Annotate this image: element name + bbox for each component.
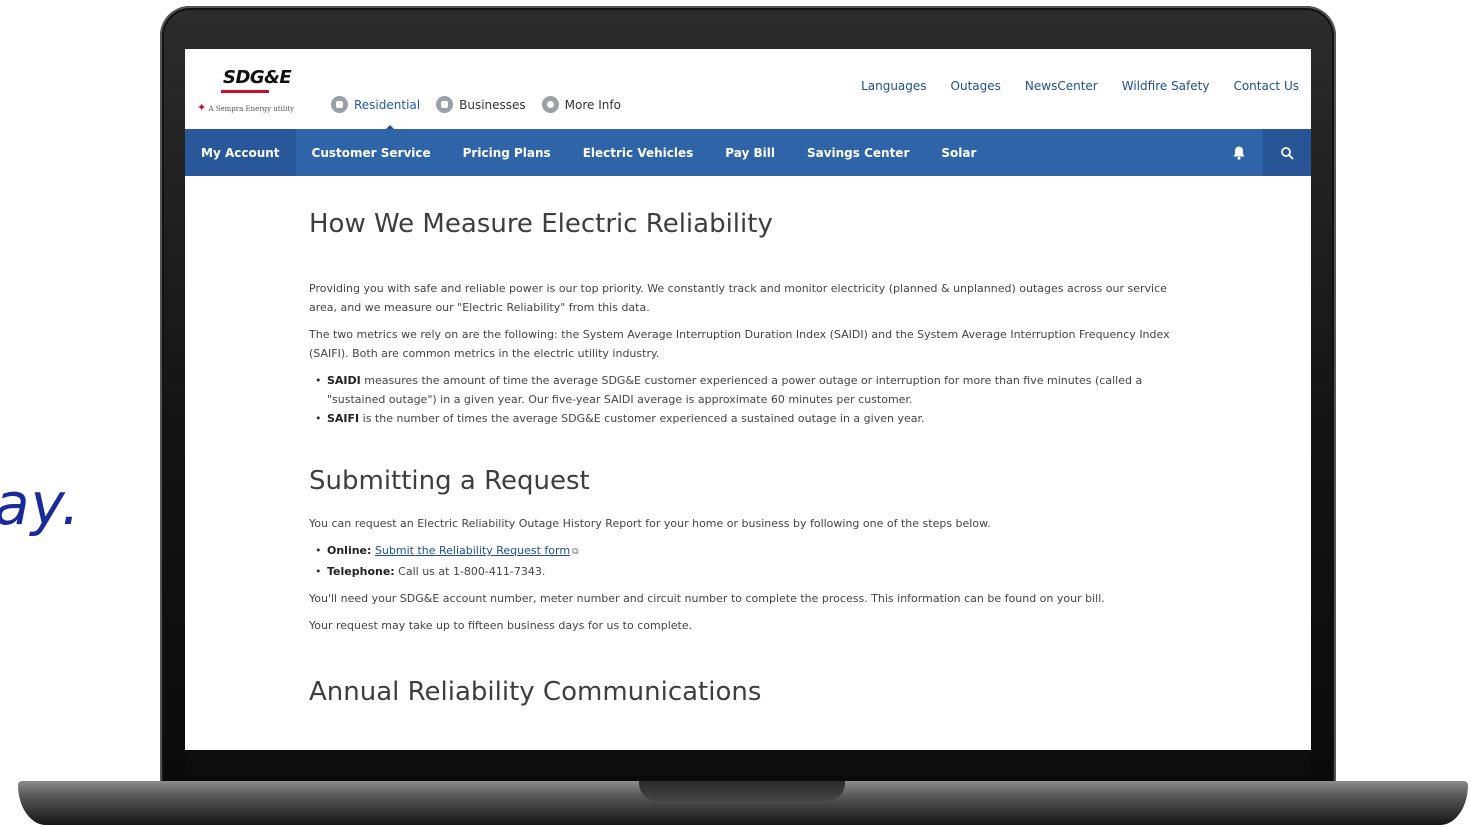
nav-item-my-account[interactable]: My Account [185,129,296,176]
metrics-list: SAIDI measures the amount of time the av… [315,371,1189,428]
utility-link-languages[interactable]: Languages [861,79,926,93]
page-title: How We Measure Electric Reliability [309,209,773,239]
list-item-saifi: SAIFI is the number of times the average… [315,409,1189,428]
laptop-screen: SDG&E ✦ A Sempra Energy utility Resident… [185,49,1311,750]
nav-item-electric-vehicles[interactable]: Electric Vehicles [567,129,710,176]
timeline-paragraph: Your request may take up to fifteen busi… [309,619,693,632]
utility-link-newscenter[interactable]: NewsCenter [1025,79,1098,93]
main-content: How We Measure Electric Reliability Prov… [309,209,1189,725]
logo-tagline: ✦ A Sempra Energy utility [197,101,294,114]
stage: ay. SDG&E ✦ A Sempra Energy utility Resi… [0,0,1471,827]
sempra-swoosh-icon: ✦ [197,101,207,114]
intro-paragraph: Providing you with safe and reliable pow… [309,282,1167,314]
section-title-annual: Annual Reliability Communications [309,677,762,707]
request-paragraph: You can request an Electric Reliability … [309,517,991,530]
notifications-button[interactable] [1215,129,1263,176]
segment-businesses[interactable]: Businesses [436,96,526,113]
request-options-list: Online: Submit the Reliability Request f… [315,541,1189,581]
bell-icon [1233,146,1245,160]
building-icon [436,96,454,113]
segment-label: Businesses [459,97,526,112]
account-info-paragraph: You'll need your SDG&E account number, m… [309,592,1105,605]
segment-label: More Info [564,97,621,112]
saifi-term: SAIFI [327,412,360,425]
utility-link-outages[interactable]: Outages [951,79,1001,93]
logo-sub-text: A Sempra Energy utility [208,105,295,113]
laptop-base-notch [639,781,845,801]
external-link-icon: ⧉ [572,547,579,557]
saidi-term: SAIDI [327,374,361,387]
nav-item-pay-bill[interactable]: Pay Bill [709,129,791,176]
site-header: SDG&E ✦ A Sempra Energy utility Resident… [185,49,1311,130]
telephone-label: Telephone: [327,565,395,578]
list-item-telephone: Telephone: Call us at 1-800-411-7343. [315,562,1189,581]
utility-link-contact-us[interactable]: Contact Us [1233,79,1299,93]
section-title-submitting: Submitting a Request [309,466,590,496]
telephone-text: Call us at 1-800-411-7343. [394,565,546,578]
nav-item-solar[interactable]: Solar [925,129,992,176]
utility-links: Languages Outages NewsCenter Wildfire Sa… [861,79,1299,93]
home-icon [331,96,348,113]
reliability-request-form-link[interactable]: Submit the Reliability Request form [375,544,570,557]
laptop-bezel-bottom [185,750,1311,776]
background-tagline: ay. [0,470,81,538]
online-label: Online: [327,544,372,557]
list-item-saidi: SAIDI measures the amount of time the av… [315,371,1189,409]
utility-link-wildfire-safety[interactable]: Wildfire Safety [1122,79,1210,93]
saifi-description: is the number of times the average SDG&E… [359,412,925,425]
nav-item-customer-service[interactable]: Customer Service [296,129,447,176]
main-nav: My Account Customer Service Pricing Plan… [185,129,1311,176]
sdge-logo[interactable]: SDG&E ✦ A Sempra Energy utility [197,63,297,123]
segment-label: Residential [354,97,421,112]
metrics-paragraph: The two metrics we rely on are the follo… [309,328,1170,360]
nav-actions [1215,129,1311,176]
info-icon [541,96,559,113]
segment-more-info[interactable]: More Info [541,96,621,113]
logo-underline [221,90,269,93]
segment-switcher: Residential Businesses More Info [331,96,621,113]
segment-residential[interactable]: Residential [331,96,420,113]
list-item-online: Online: Submit the Reliability Request f… [315,541,1189,562]
logo-wordmark: SDG&E [223,67,292,88]
nav-item-pricing-plans[interactable]: Pricing Plans [447,129,567,176]
nav-item-savings-center[interactable]: Savings Center [791,129,925,176]
search-button[interactable] [1263,129,1311,176]
search-icon [1281,146,1294,159]
saidi-description: measures the amount of time the average … [327,374,1143,406]
